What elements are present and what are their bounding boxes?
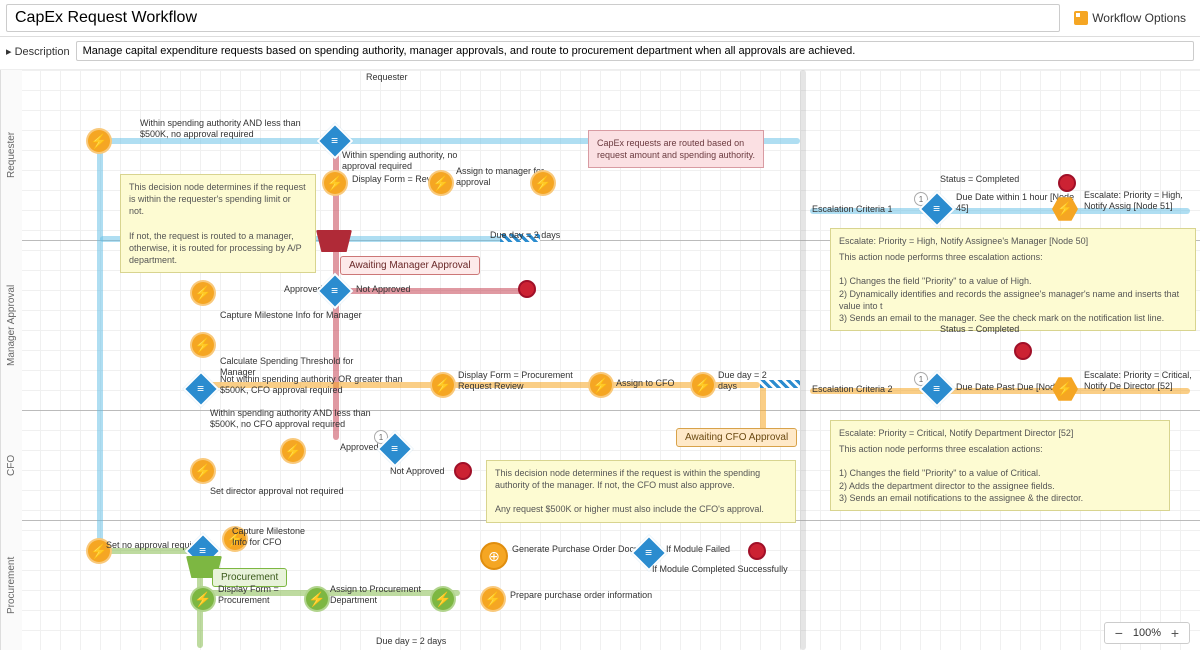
action-node[interactable]: ⚡ bbox=[304, 586, 330, 612]
node-label: Capture Milestone Info for CFO bbox=[232, 526, 322, 548]
edge-label: Due day = 2 days bbox=[718, 370, 778, 392]
node-label: Prepare purchase order information bbox=[510, 590, 660, 601]
action-node[interactable]: ⚡ bbox=[430, 372, 456, 398]
terminal-node[interactable] bbox=[748, 542, 766, 560]
milestone-node[interactable] bbox=[316, 230, 352, 252]
node-label: Escalation Criteria 1 bbox=[812, 204, 912, 215]
note-line: Any request $500K or higher must also in… bbox=[495, 503, 787, 515]
edge-label: Status = Completed bbox=[940, 174, 1040, 185]
node-label: Display Form = Review bbox=[352, 174, 472, 185]
node-label: Display Form = Procurement Request Revie… bbox=[458, 370, 598, 392]
terminal-node[interactable] bbox=[1014, 342, 1032, 360]
node-label: Escalation Criteria 2 bbox=[812, 384, 912, 395]
note-title: Escalate: Priority = Critical, Notify De… bbox=[839, 427, 1161, 439]
module-node[interactable]: ⊕ bbox=[480, 542, 508, 570]
note-line: This action node performs three escalati… bbox=[839, 443, 1161, 455]
list-icon bbox=[1074, 11, 1088, 25]
zoom-control: − 100% + bbox=[1104, 622, 1190, 644]
edge-label: Not within spending authority OR greater… bbox=[220, 374, 430, 396]
swimlane-procurement: Procurement bbox=[0, 520, 22, 650]
action-node[interactable]: ⚡ bbox=[588, 372, 614, 398]
workflow-canvas[interactable]: Requester Manager Approval CFO Procureme… bbox=[0, 70, 1200, 650]
edge-label: Within spending authority AND less than … bbox=[140, 118, 330, 140]
note-line: CapEx requests are routed based on reque… bbox=[597, 137, 755, 161]
note-line: If not, the request is routed to a manag… bbox=[129, 230, 307, 266]
sticky-note[interactable]: Escalate: Priority = Critical, Notify De… bbox=[830, 420, 1170, 511]
node-label: Escalate: Priority = High, Notify Assig … bbox=[1084, 190, 1200, 212]
sticky-note[interactable]: This decision node determines if the req… bbox=[120, 174, 316, 273]
node-label: Display Form = Procurement bbox=[218, 584, 298, 606]
lane-top-label: Requester bbox=[366, 72, 426, 83]
escalation-node[interactable]: ⚡ bbox=[1052, 376, 1078, 402]
workflow-options-label: Workflow Options bbox=[1092, 11, 1186, 25]
sticky-note[interactable]: Escalate: Priority = High, Notify Assign… bbox=[830, 228, 1196, 331]
note-title: Escalate: Priority = High, Notify Assign… bbox=[839, 235, 1187, 247]
zoom-value: 100% bbox=[1133, 627, 1161, 639]
decision-node[interactable]: ≡ bbox=[382, 436, 408, 462]
edge-label: Not Approved bbox=[356, 284, 411, 295]
description-toggle[interactable]: ▸ Description bbox=[6, 45, 70, 58]
action-node[interactable]: ⚡ bbox=[690, 372, 716, 398]
decision-node[interactable]: ≡ bbox=[636, 540, 662, 566]
edge-label: If Module Completed Successfully bbox=[652, 564, 792, 575]
sticky-note[interactable]: CapEx requests are routed based on reque… bbox=[588, 130, 764, 168]
lane-divider bbox=[0, 410, 1200, 411]
note-line: 2) Adds the department director to the a… bbox=[839, 480, 1161, 492]
note-line: 3) Sends an email to the manager. See th… bbox=[839, 312, 1187, 324]
edge-label: Due day = 2 days bbox=[490, 230, 580, 241]
swimlane-cfo: CFO bbox=[0, 410, 22, 520]
note-line: 1) Changes the field "Priority" to a val… bbox=[839, 275, 1187, 287]
edge-label: Not Approved bbox=[390, 466, 445, 477]
header-bar: Workflow Options bbox=[0, 0, 1200, 37]
note-line: This action node performs three escalati… bbox=[839, 251, 1187, 263]
node-label: Assign to CFO bbox=[616, 378, 686, 389]
decision-node[interactable]: ≡ bbox=[322, 278, 348, 304]
swimlane-requester: Requester bbox=[0, 70, 22, 240]
workflow-title-input[interactable] bbox=[6, 4, 1060, 32]
note-line: 3) Sends an email notifications to the a… bbox=[839, 492, 1161, 504]
action-node[interactable]: ⚡ bbox=[190, 280, 216, 306]
action-node[interactable]: ⚡ bbox=[530, 170, 556, 196]
decision-node[interactable]: ≡ bbox=[924, 196, 950, 222]
zoom-out-button[interactable]: − bbox=[1111, 625, 1127, 641]
decision-node[interactable]: ≡ bbox=[188, 376, 214, 402]
note-line: This decision node determines if the req… bbox=[495, 467, 787, 491]
connector bbox=[97, 140, 103, 550]
action-node[interactable]: ⚡ bbox=[190, 458, 216, 484]
edge-label: Approved bbox=[340, 442, 379, 453]
state-pill[interactable]: Awaiting CFO Approval bbox=[676, 428, 797, 447]
edge-label: If Module Failed bbox=[666, 544, 746, 555]
decision-node[interactable]: ≡ bbox=[924, 376, 950, 402]
action-node[interactable]: ⚡ bbox=[430, 586, 456, 612]
workflow-options-button[interactable]: Workflow Options bbox=[1066, 7, 1194, 29]
edge-label: Within spending authority AND less than … bbox=[210, 408, 380, 430]
terminal-node[interactable] bbox=[1058, 174, 1076, 192]
description-input[interactable] bbox=[76, 41, 1194, 61]
node-label: Capture Milestone Info for Manager bbox=[220, 310, 370, 321]
action-node[interactable]: ⚡ bbox=[86, 128, 112, 154]
node-label: Assign to Procurement Department bbox=[330, 584, 430, 606]
note-line: This decision node determines if the req… bbox=[129, 181, 307, 217]
state-pill[interactable]: Awaiting Manager Approval bbox=[340, 256, 480, 275]
sticky-note[interactable]: This decision node determines if the req… bbox=[486, 460, 796, 523]
node-label: Set director approval not required bbox=[210, 486, 360, 497]
action-node[interactable]: ⚡ bbox=[280, 438, 306, 464]
edge-label: Status = Completed bbox=[940, 324, 1020, 335]
swimlane-manager: Manager Approval bbox=[0, 240, 22, 410]
action-node[interactable]: ⚡ bbox=[190, 586, 216, 612]
escalation-node[interactable]: ⚡ bbox=[1052, 196, 1078, 222]
terminal-node[interactable] bbox=[518, 280, 536, 298]
action-node[interactable]: ⚡ bbox=[190, 332, 216, 358]
action-node[interactable]: ⚡ bbox=[480, 586, 506, 612]
node-label: Escalate: Priority = Critical, Notify De… bbox=[1084, 370, 1200, 392]
note-line: 1) Changes the field "Priority" to a val… bbox=[839, 467, 1161, 479]
zoom-in-button[interactable]: + bbox=[1167, 625, 1183, 641]
section-divider bbox=[800, 70, 806, 650]
action-node[interactable]: ⚡ bbox=[322, 170, 348, 196]
terminal-node[interactable] bbox=[454, 462, 472, 480]
action-node[interactable]: ⚡ bbox=[428, 170, 454, 196]
description-row: ▸ Description bbox=[0, 37, 1200, 70]
edge-label: Due day = 2 days bbox=[376, 636, 466, 647]
note-line: 2) Dynamically identifies and records th… bbox=[839, 288, 1187, 312]
